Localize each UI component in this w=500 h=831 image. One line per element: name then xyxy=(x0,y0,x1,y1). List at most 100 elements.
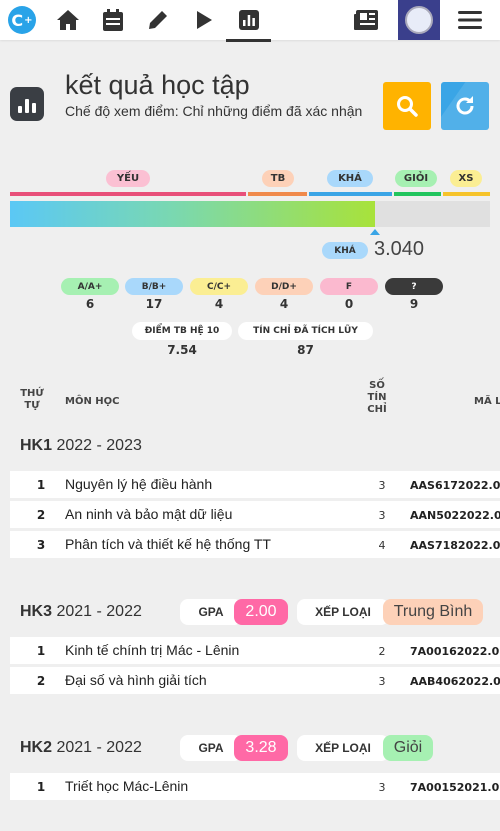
class-code: AAS7182022.0 xyxy=(410,539,500,552)
subject-name: Đại số và hình giải tích xyxy=(65,672,207,688)
scale-segment-tb xyxy=(248,192,307,196)
grade-count: 0 xyxy=(344,297,354,311)
calendar-icon[interactable] xyxy=(96,4,130,36)
grade-count: 4 xyxy=(214,297,224,311)
grade-count: 9 xyxy=(409,297,419,311)
refresh-button[interactable] xyxy=(441,82,489,130)
chart-icon[interactable] xyxy=(232,4,266,36)
table-row[interactable]: 2 Đại số và hình giải tích 3 AAB4062022.0 xyxy=(10,667,500,694)
row-number: 1 xyxy=(36,780,46,794)
table-row[interactable]: 1 Kinh tế chính trị Mác - Lênin 2 7A0016202… xyxy=(10,637,500,664)
menu-icon[interactable] xyxy=(453,4,487,36)
scale-label-yeu: YẾU xyxy=(106,170,150,187)
play-icon[interactable] xyxy=(187,4,221,36)
row-number: 2 xyxy=(36,508,46,522)
grade-count: 17 xyxy=(145,297,163,311)
gpa-label: GPA xyxy=(180,735,242,761)
subject-name: Triết học Mác-Lênin xyxy=(65,778,189,794)
header-credits-line3: CHỈ xyxy=(367,404,387,415)
subject-name: Nguyên lý hệ điều hành xyxy=(65,476,213,492)
class-code: 7A00152021.0 xyxy=(410,781,500,794)
refresh-icon xyxy=(456,96,474,115)
grade-badge: D/D+ xyxy=(255,278,313,295)
subject-credits: 3 xyxy=(378,781,386,794)
subject-credits: 3 xyxy=(378,675,386,688)
grade-badge: ? xyxy=(385,278,443,295)
user-avatar[interactable] xyxy=(398,0,440,40)
gpa10-value: 7.54 xyxy=(167,343,197,357)
search-button[interactable] xyxy=(383,82,431,130)
current-rank-badge: KHÁ xyxy=(322,242,368,259)
class-code: AAS6172022.0 xyxy=(410,479,500,492)
gpa-value: 3.28 xyxy=(234,735,288,761)
scale-segment-kha xyxy=(309,192,392,196)
table-row[interactable]: 2 An ninh và bảo mật dữ liệu 3 AAN5022022.0 xyxy=(10,501,500,528)
grade-badge: C/C+ xyxy=(190,278,248,295)
app-logo-icon[interactable]: C + xyxy=(8,6,36,34)
semester-name: HK1 xyxy=(20,437,53,454)
semester-years: 2021 - 2022 xyxy=(56,603,142,620)
semester-title: HK3 2021 - 2022 xyxy=(20,603,142,621)
row-number: 3 xyxy=(36,538,46,552)
gpa-value: 2.00 xyxy=(234,599,288,625)
subject-name: Kinh tế chính trị Mác - Lênin xyxy=(65,642,240,658)
credits-label: TÍN CHỈ ĐÃ TÍCH LŨY xyxy=(238,322,373,340)
results-chart-icon xyxy=(10,87,44,121)
home-icon[interactable] xyxy=(51,4,85,36)
scale-label-tb: TB xyxy=(262,170,294,187)
top-navigation-bar: C + xyxy=(0,0,500,42)
gpa10-label: ĐIỂM TB HỆ 10 xyxy=(132,322,232,340)
row-number: 1 xyxy=(36,478,46,492)
cumulative-score: 3.040 xyxy=(374,238,425,260)
credits-value: 87 xyxy=(297,343,314,357)
header-order: THỨ TỰ xyxy=(19,388,45,412)
rank-value: Giỏi xyxy=(383,735,433,761)
search-icon xyxy=(397,96,418,117)
scale-label-gioi: GIỎI xyxy=(395,170,437,187)
page-title: kết quả học tập xyxy=(65,70,250,100)
subject-credits: 2 xyxy=(378,645,386,658)
header-credits-line2: TÍN xyxy=(367,392,387,403)
scale-segment-xs xyxy=(443,192,490,196)
grade-badge: B/B+ xyxy=(125,278,183,295)
table-row[interactable]: 3 Phân tích và thiết kế hệ thống TT 4 AAS71… xyxy=(10,531,500,558)
header-subject: MÔN HỌC xyxy=(65,396,120,407)
scale-label-kha: KHÁ xyxy=(327,170,373,187)
subject-name: Phân tích và thiết kế hệ thống TT xyxy=(65,536,271,552)
scale-segment-gioi xyxy=(394,192,441,196)
class-code: 7A00162022.0 xyxy=(410,645,500,658)
subject-name: An ninh và bảo mật dữ liệu xyxy=(65,506,233,522)
rank-value: Trung Bình xyxy=(383,599,483,625)
news-icon[interactable] xyxy=(349,4,383,36)
table-row[interactable]: 1 Nguyên lý hệ điều hành 3 AAS6172022.0 xyxy=(10,471,500,498)
grade-count: 6 xyxy=(85,297,95,311)
semester-title: HK1 2022 - 2023 xyxy=(20,437,142,455)
avatar-image xyxy=(405,6,433,34)
class-code: AAN5022022.0 xyxy=(410,509,500,522)
header-code: MÃ L xyxy=(474,396,500,407)
table-row[interactable]: 1 Triết học Mác-Lênin 3 7A00152021.0 xyxy=(10,773,500,800)
grade-badge: F xyxy=(320,278,378,295)
row-number: 1 xyxy=(36,644,46,658)
scale-segment-yeu xyxy=(10,192,246,196)
class-code: AAB4062022.0 xyxy=(410,675,500,688)
grade-badge: A/A+ xyxy=(61,278,119,295)
rank-label: XẾP LOẠI xyxy=(297,735,389,761)
grade-count: 4 xyxy=(279,297,289,311)
subject-credits: 3 xyxy=(378,509,386,522)
progress-marker xyxy=(370,229,380,235)
progress-fill xyxy=(10,201,375,227)
header-order-line1: THỨ xyxy=(20,388,44,399)
active-tab-indicator xyxy=(226,39,271,42)
semester-years: 2021 - 2022 xyxy=(56,739,142,756)
subject-credits: 3 xyxy=(378,479,386,492)
header-credits: SỐ TÍN CHỈ xyxy=(364,380,390,416)
subject-credits: 4 xyxy=(378,539,386,552)
semester-years: 2022 - 2023 xyxy=(56,437,142,454)
semester-name: HK2 xyxy=(20,739,53,756)
row-number: 2 xyxy=(36,674,46,688)
view-mode-text: Chế độ xem điểm: Chỉ những điểm đã xác n… xyxy=(65,103,363,119)
pencil-icon[interactable] xyxy=(141,4,175,36)
semester-name: HK3 xyxy=(20,603,53,620)
header-credits-line1: SỐ xyxy=(369,380,385,391)
